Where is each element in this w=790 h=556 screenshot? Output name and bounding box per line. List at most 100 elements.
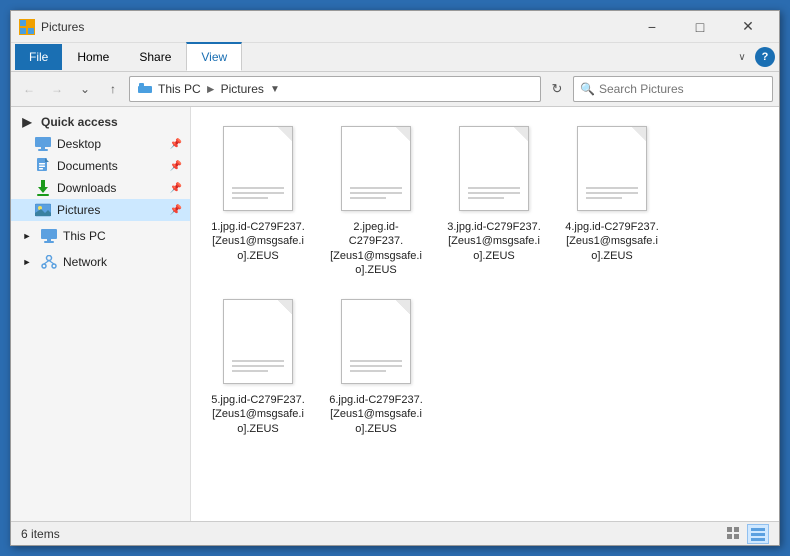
file-icon bbox=[336, 126, 416, 216]
sidebar-item-documents[interactable]: Documents 📌 bbox=[11, 155, 190, 177]
file-lines bbox=[586, 187, 638, 202]
file-item[interactable]: 3.jpg.id-C279F237.[Zeus1@msgsafe.io].ZEU… bbox=[439, 119, 549, 284]
path-segment: This PC ► Pictures bbox=[138, 81, 264, 98]
view-details-button[interactable] bbox=[747, 524, 769, 544]
sidebar-pictures-label: Pictures bbox=[57, 203, 100, 217]
sidebar-item-pictures[interactable]: Pictures 📌 bbox=[11, 199, 190, 221]
tab-home[interactable]: Home bbox=[62, 43, 124, 71]
search-box[interactable]: 🔍 bbox=[573, 76, 773, 102]
minimize-button[interactable]: − bbox=[629, 12, 675, 42]
help-icon[interactable]: ? bbox=[755, 47, 775, 67]
window-title: Pictures bbox=[41, 20, 629, 34]
file-lines bbox=[350, 360, 402, 375]
file-name: 1.jpg.id-C279F237.[Zeus1@msgsafe.io].ZEU… bbox=[210, 220, 306, 263]
file-icon bbox=[572, 126, 652, 216]
status-count: 6 items bbox=[21, 527, 723, 541]
file-name: 6.jpg.id-C279F237.[Zeus1@msgsafe.io].ZEU… bbox=[328, 393, 424, 436]
close-button[interactable]: ✕ bbox=[725, 12, 771, 42]
thispc-icon bbox=[41, 228, 57, 244]
main-content: ▶ Quick access Desktop 📌 bbox=[11, 107, 779, 521]
file-name: 5.jpg.id-C279F237.[Zeus1@msgsafe.io].ZEU… bbox=[210, 393, 306, 436]
file-item[interactable]: 6.jpg.id-C279F237.[Zeus1@msgsafe.io].ZEU… bbox=[321, 292, 431, 443]
back-button[interactable]: ← bbox=[17, 77, 41, 101]
search-icon: 🔍 bbox=[580, 82, 595, 96]
file-grid: 1.jpg.id-C279F237.[Zeus1@msgsafe.io].ZEU… bbox=[199, 115, 771, 447]
tab-share[interactable]: Share bbox=[124, 43, 186, 71]
path-pictures[interactable]: Pictures bbox=[221, 82, 264, 96]
file-name: 4.jpg.id-C279F237.[Zeus1@msgsafe.io].ZEU… bbox=[564, 220, 660, 263]
title-bar: Pictures − □ ✕ bbox=[11, 11, 779, 43]
ribbon: File Home Share View ∨ ? bbox=[11, 43, 779, 72]
thispc-expand-icon: ► bbox=[19, 228, 35, 244]
search-input[interactable] bbox=[599, 82, 766, 96]
sidebar-item-thispc[interactable]: ► This PC bbox=[11, 225, 190, 247]
network-icon bbox=[41, 254, 57, 270]
maximize-button[interactable]: □ bbox=[677, 12, 723, 42]
sidebar-quickaccess-header: ▶ Quick access bbox=[11, 111, 190, 133]
ribbon-expand-icon[interactable]: ∨ bbox=[733, 48, 751, 66]
address-path[interactable]: This PC ► Pictures ▼ bbox=[129, 76, 541, 102]
pin-icon-pics: 📌 bbox=[170, 205, 182, 216]
file-page-shape bbox=[459, 126, 529, 211]
pin-icon-dl: 📌 bbox=[170, 183, 182, 194]
window-controls: − □ ✕ bbox=[629, 12, 771, 42]
thispc-section: ► This PC bbox=[11, 225, 190, 247]
network-section: ► Network bbox=[11, 251, 190, 273]
sidebar-downloads-label: Downloads bbox=[57, 181, 116, 195]
file-name: 2.jpeg.id-C279F237.[Zeus1@msgsafe.io].ZE… bbox=[328, 220, 424, 277]
sidebar-documents-label: Documents bbox=[57, 159, 118, 173]
file-page-shape bbox=[577, 126, 647, 211]
path-icon bbox=[138, 81, 152, 98]
file-area: 1.jpg.id-C279F237.[Zeus1@msgsafe.io].ZEU… bbox=[191, 107, 779, 521]
up-button[interactable]: ↑ bbox=[101, 77, 125, 101]
file-item[interactable]: 4.jpg.id-C279F237.[Zeus1@msgsafe.io].ZEU… bbox=[557, 119, 667, 284]
file-icon bbox=[218, 126, 298, 216]
file-name: 3.jpg.id-C279F237.[Zeus1@msgsafe.io].ZEU… bbox=[446, 220, 542, 263]
downloads-icon bbox=[35, 180, 51, 196]
file-icon bbox=[454, 126, 534, 216]
file-page-shape bbox=[341, 126, 411, 211]
sidebar: ▶ Quick access Desktop 📌 bbox=[11, 107, 191, 521]
pin-icon-docs: 📌 bbox=[170, 161, 182, 172]
quickaccess-expand-icon: ▶ bbox=[19, 114, 35, 130]
file-item[interactable]: 5.jpg.id-C279F237.[Zeus1@msgsafe.io].ZEU… bbox=[203, 292, 313, 443]
forward-button[interactable]: → bbox=[45, 77, 69, 101]
quickaccess-section: ▶ Quick access Desktop 📌 bbox=[11, 111, 190, 221]
sidebar-desktop-label: Desktop bbox=[57, 137, 101, 151]
sidebar-network-label: Network bbox=[63, 255, 107, 269]
desktop-icon bbox=[35, 136, 51, 152]
view-controls bbox=[723, 524, 769, 544]
file-lines bbox=[468, 187, 520, 202]
sidebar-thispc-label: This PC bbox=[63, 229, 106, 243]
status-bar: 6 items bbox=[11, 521, 779, 545]
pin-icon: 📌 bbox=[170, 139, 182, 150]
dropdown-button[interactable]: ⌄ bbox=[73, 77, 97, 101]
refresh-button[interactable]: ↻ bbox=[545, 76, 569, 102]
ribbon-tab-list: File Home Share View ∨ ? bbox=[11, 43, 779, 71]
view-medium-icons-button[interactable] bbox=[723, 524, 745, 544]
path-thispc[interactable]: This PC bbox=[158, 82, 201, 96]
sidebar-item-desktop[interactable]: Desktop 📌 bbox=[11, 133, 190, 155]
tab-view[interactable]: View bbox=[186, 42, 242, 71]
documents-icon bbox=[35, 158, 51, 174]
window-icon bbox=[19, 19, 35, 35]
sidebar-quickaccess-label: Quick access bbox=[41, 115, 118, 129]
file-lines bbox=[350, 187, 402, 202]
file-item[interactable]: 2.jpeg.id-C279F237.[Zeus1@msgsafe.io].ZE… bbox=[321, 119, 431, 284]
sidebar-item-downloads[interactable]: Downloads 📌 bbox=[11, 177, 190, 199]
network-expand-icon: ► bbox=[19, 254, 35, 270]
tab-file[interactable]: File bbox=[15, 44, 62, 70]
ribbon-extras: ∨ ? bbox=[733, 47, 775, 67]
sidebar-item-network[interactable]: ► Network bbox=[11, 251, 190, 273]
path-dropdown-arrow[interactable]: ▼ bbox=[264, 77, 286, 101]
file-lines bbox=[232, 187, 284, 202]
file-lines bbox=[232, 360, 284, 375]
file-icon bbox=[336, 299, 416, 389]
file-page-shape bbox=[223, 126, 293, 211]
file-page-shape bbox=[341, 299, 411, 384]
explorer-window: Pictures − □ ✕ File Home Share View ∨ ? … bbox=[10, 10, 780, 546]
file-page-shape bbox=[223, 299, 293, 384]
file-icon bbox=[218, 299, 298, 389]
pictures-icon bbox=[35, 202, 51, 218]
file-item[interactable]: 1.jpg.id-C279F237.[Zeus1@msgsafe.io].ZEU… bbox=[203, 119, 313, 284]
